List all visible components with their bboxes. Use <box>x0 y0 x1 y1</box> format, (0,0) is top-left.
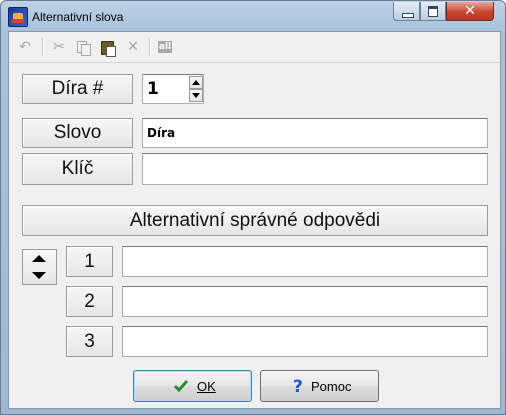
paste-icon[interactable] <box>98 38 118 57</box>
key-label: Klíč <box>22 153 133 185</box>
hole-number-spinner[interactable]: 1 <box>142 74 204 104</box>
alternative-field-3[interactable] <box>122 326 488 357</box>
cut-icon[interactable]: ✂ <box>49 38 69 56</box>
delete-icon[interactable]: ✕ <box>123 38 143 56</box>
dialog-client: ↶ ✂ ✕ all Díra # 1 Slovo Díra Klíč Alter… <box>8 31 501 409</box>
minimize-button[interactable] <box>393 2 420 21</box>
ok-button-label: OK <box>197 379 216 394</box>
toolbar-separator <box>42 38 44 56</box>
spinner-up-button[interactable] <box>189 76 203 89</box>
select-all-icon[interactable]: all <box>155 38 175 56</box>
toolbar: ↶ ✂ ✕ all <box>9 32 500 63</box>
key-field[interactable] <box>142 153 488 185</box>
reorder-arrows[interactable] <box>22 249 57 285</box>
help-button[interactable]: ? Pomoc <box>260 370 379 402</box>
up-arrow-icon <box>192 80 200 85</box>
spinner-down-button[interactable] <box>189 89 203 102</box>
hole-number-value[interactable]: 1 <box>147 79 159 99</box>
alternative-field-2[interactable] <box>122 286 488 317</box>
check-icon <box>174 380 188 393</box>
alternative-number-1: 1 <box>66 246 113 277</box>
word-field[interactable]: Díra <box>142 118 488 148</box>
word-label: Slovo <box>22 118 133 148</box>
alternative-field-1[interactable] <box>122 246 488 277</box>
maximize-button[interactable] <box>420 2 446 21</box>
toolbar-separator <box>149 38 151 56</box>
ok-button[interactable]: OK <box>133 370 252 402</box>
move-up-icon[interactable] <box>32 255 46 262</box>
hole-number-label: Díra # <box>22 74 133 104</box>
dialog-window: Alternativní slova ✕ ↶ ✂ ✕ all Díra # 1 … <box>0 0 506 415</box>
close-button[interactable]: ✕ <box>446 2 494 21</box>
move-down-icon[interactable] <box>32 272 46 279</box>
down-arrow-icon <box>192 93 200 98</box>
help-button-label: Pomoc <box>311 379 352 394</box>
title-bar[interactable]: Alternativní slova ✕ <box>1 1 505 31</box>
alternative-number-3: 3 <box>66 326 113 357</box>
question-icon: ? <box>293 377 303 397</box>
copy-icon[interactable] <box>73 38 93 56</box>
close-icon: ✕ <box>464 3 476 19</box>
window-title: Alternativní slova <box>32 10 124 24</box>
alternative-number-2: 2 <box>66 286 113 317</box>
undo-icon[interactable]: ↶ <box>15 38 35 56</box>
app-icon[interactable] <box>8 7 28 27</box>
alternatives-header: Alternativní správné odpovědi <box>22 205 488 236</box>
